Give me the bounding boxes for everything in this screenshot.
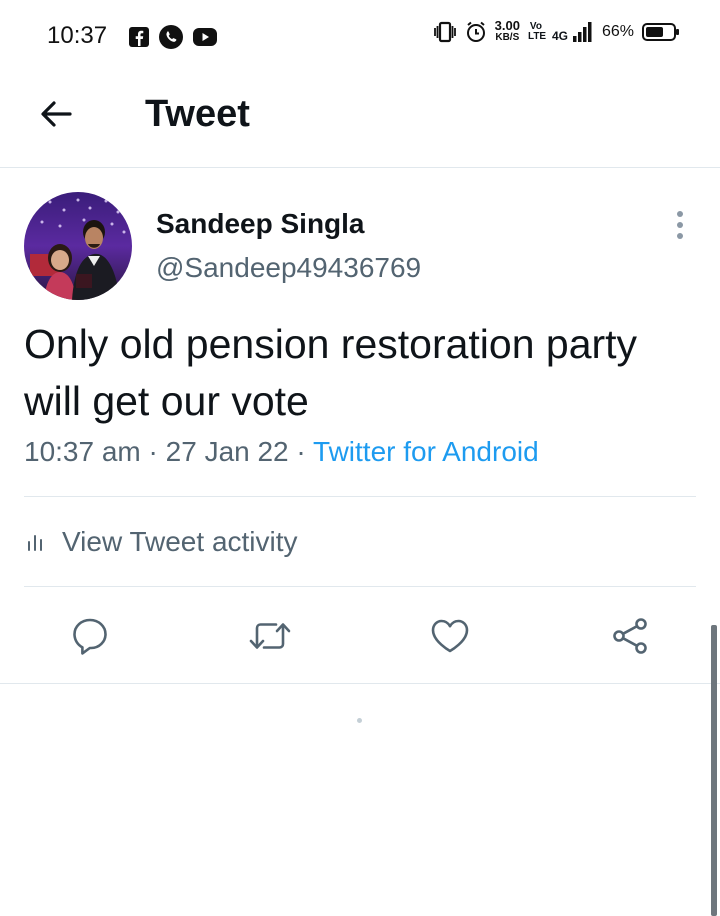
- status-bar: 10:37 3.00 KB/S Vo LTE 4G 66%: [0, 0, 720, 72]
- facebook-icon: [129, 27, 149, 47]
- notification-icons: [128, 24, 218, 50]
- whatsapp-icon: [159, 25, 183, 49]
- view-tweet-activity[interactable]: View Tweet activity: [24, 522, 298, 562]
- avatar-photo: [24, 192, 132, 300]
- more-options-button[interactable]: [668, 207, 692, 243]
- author-handle[interactable]: @Sandeep49436769: [156, 252, 421, 284]
- divider: [24, 496, 696, 497]
- tweet-time: 10:37 am: [24, 436, 141, 467]
- heart-icon: [431, 619, 469, 653]
- vibrate-icon: [433, 21, 456, 43]
- meta-separator: ·: [296, 436, 306, 467]
- top-app-bar: Tweet: [0, 72, 720, 168]
- share-icon: [613, 618, 647, 654]
- share-button[interactable]: [602, 608, 658, 664]
- page-title: Tweet: [145, 93, 250, 135]
- reply-icon: [73, 618, 107, 655]
- view-tweet-activity-label: View Tweet activity: [62, 526, 298, 557]
- network-type: 4G: [551, 29, 568, 43]
- tweet-date[interactable]: 27 Jan 22: [166, 436, 289, 467]
- tweet-meta: 10:37 am · 27 Jan 22 · Twitter for Andro…: [24, 436, 539, 468]
- bar-chart-icon: [28, 535, 42, 551]
- tweet-text: Only old pension restoration party will …: [24, 321, 638, 424]
- meta-separator: ·: [148, 436, 158, 467]
- author-avatar[interactable]: [24, 192, 132, 300]
- battery-icon: [642, 23, 679, 41]
- signal-icon: [572, 22, 592, 42]
- scrollbar[interactable]: [711, 625, 717, 916]
- like-button[interactable]: [422, 608, 478, 664]
- battery-percent: 66%: [601, 23, 634, 40]
- more-dot: [677, 222, 683, 228]
- status-time: 10:37: [47, 22, 108, 49]
- divider: [24, 586, 696, 587]
- more-dot: [677, 211, 683, 217]
- alarm-icon: [466, 21, 485, 42]
- tweet-actions: [0, 608, 720, 664]
- loading-indicator: [357, 718, 362, 723]
- author-name[interactable]: Sandeep Singla: [156, 208, 365, 240]
- tweet-source-link[interactable]: Twitter for Android: [313, 436, 539, 467]
- network-speed: 3.00 KB/S: [494, 18, 520, 43]
- back-button[interactable]: [36, 94, 76, 134]
- retweet-button[interactable]: [242, 608, 298, 664]
- youtube-icon: [193, 28, 217, 46]
- volte-badge: Vo LTE: [527, 21, 547, 42]
- more-dot: [677, 233, 683, 239]
- retweet-icon: [249, 623, 291, 649]
- arrow-left-icon: [41, 101, 72, 127]
- system-status-icons: 3.00 KB/S Vo LTE 4G 66%: [433, 18, 679, 44]
- divider: [0, 683, 720, 684]
- reply-button[interactable]: [62, 608, 118, 664]
